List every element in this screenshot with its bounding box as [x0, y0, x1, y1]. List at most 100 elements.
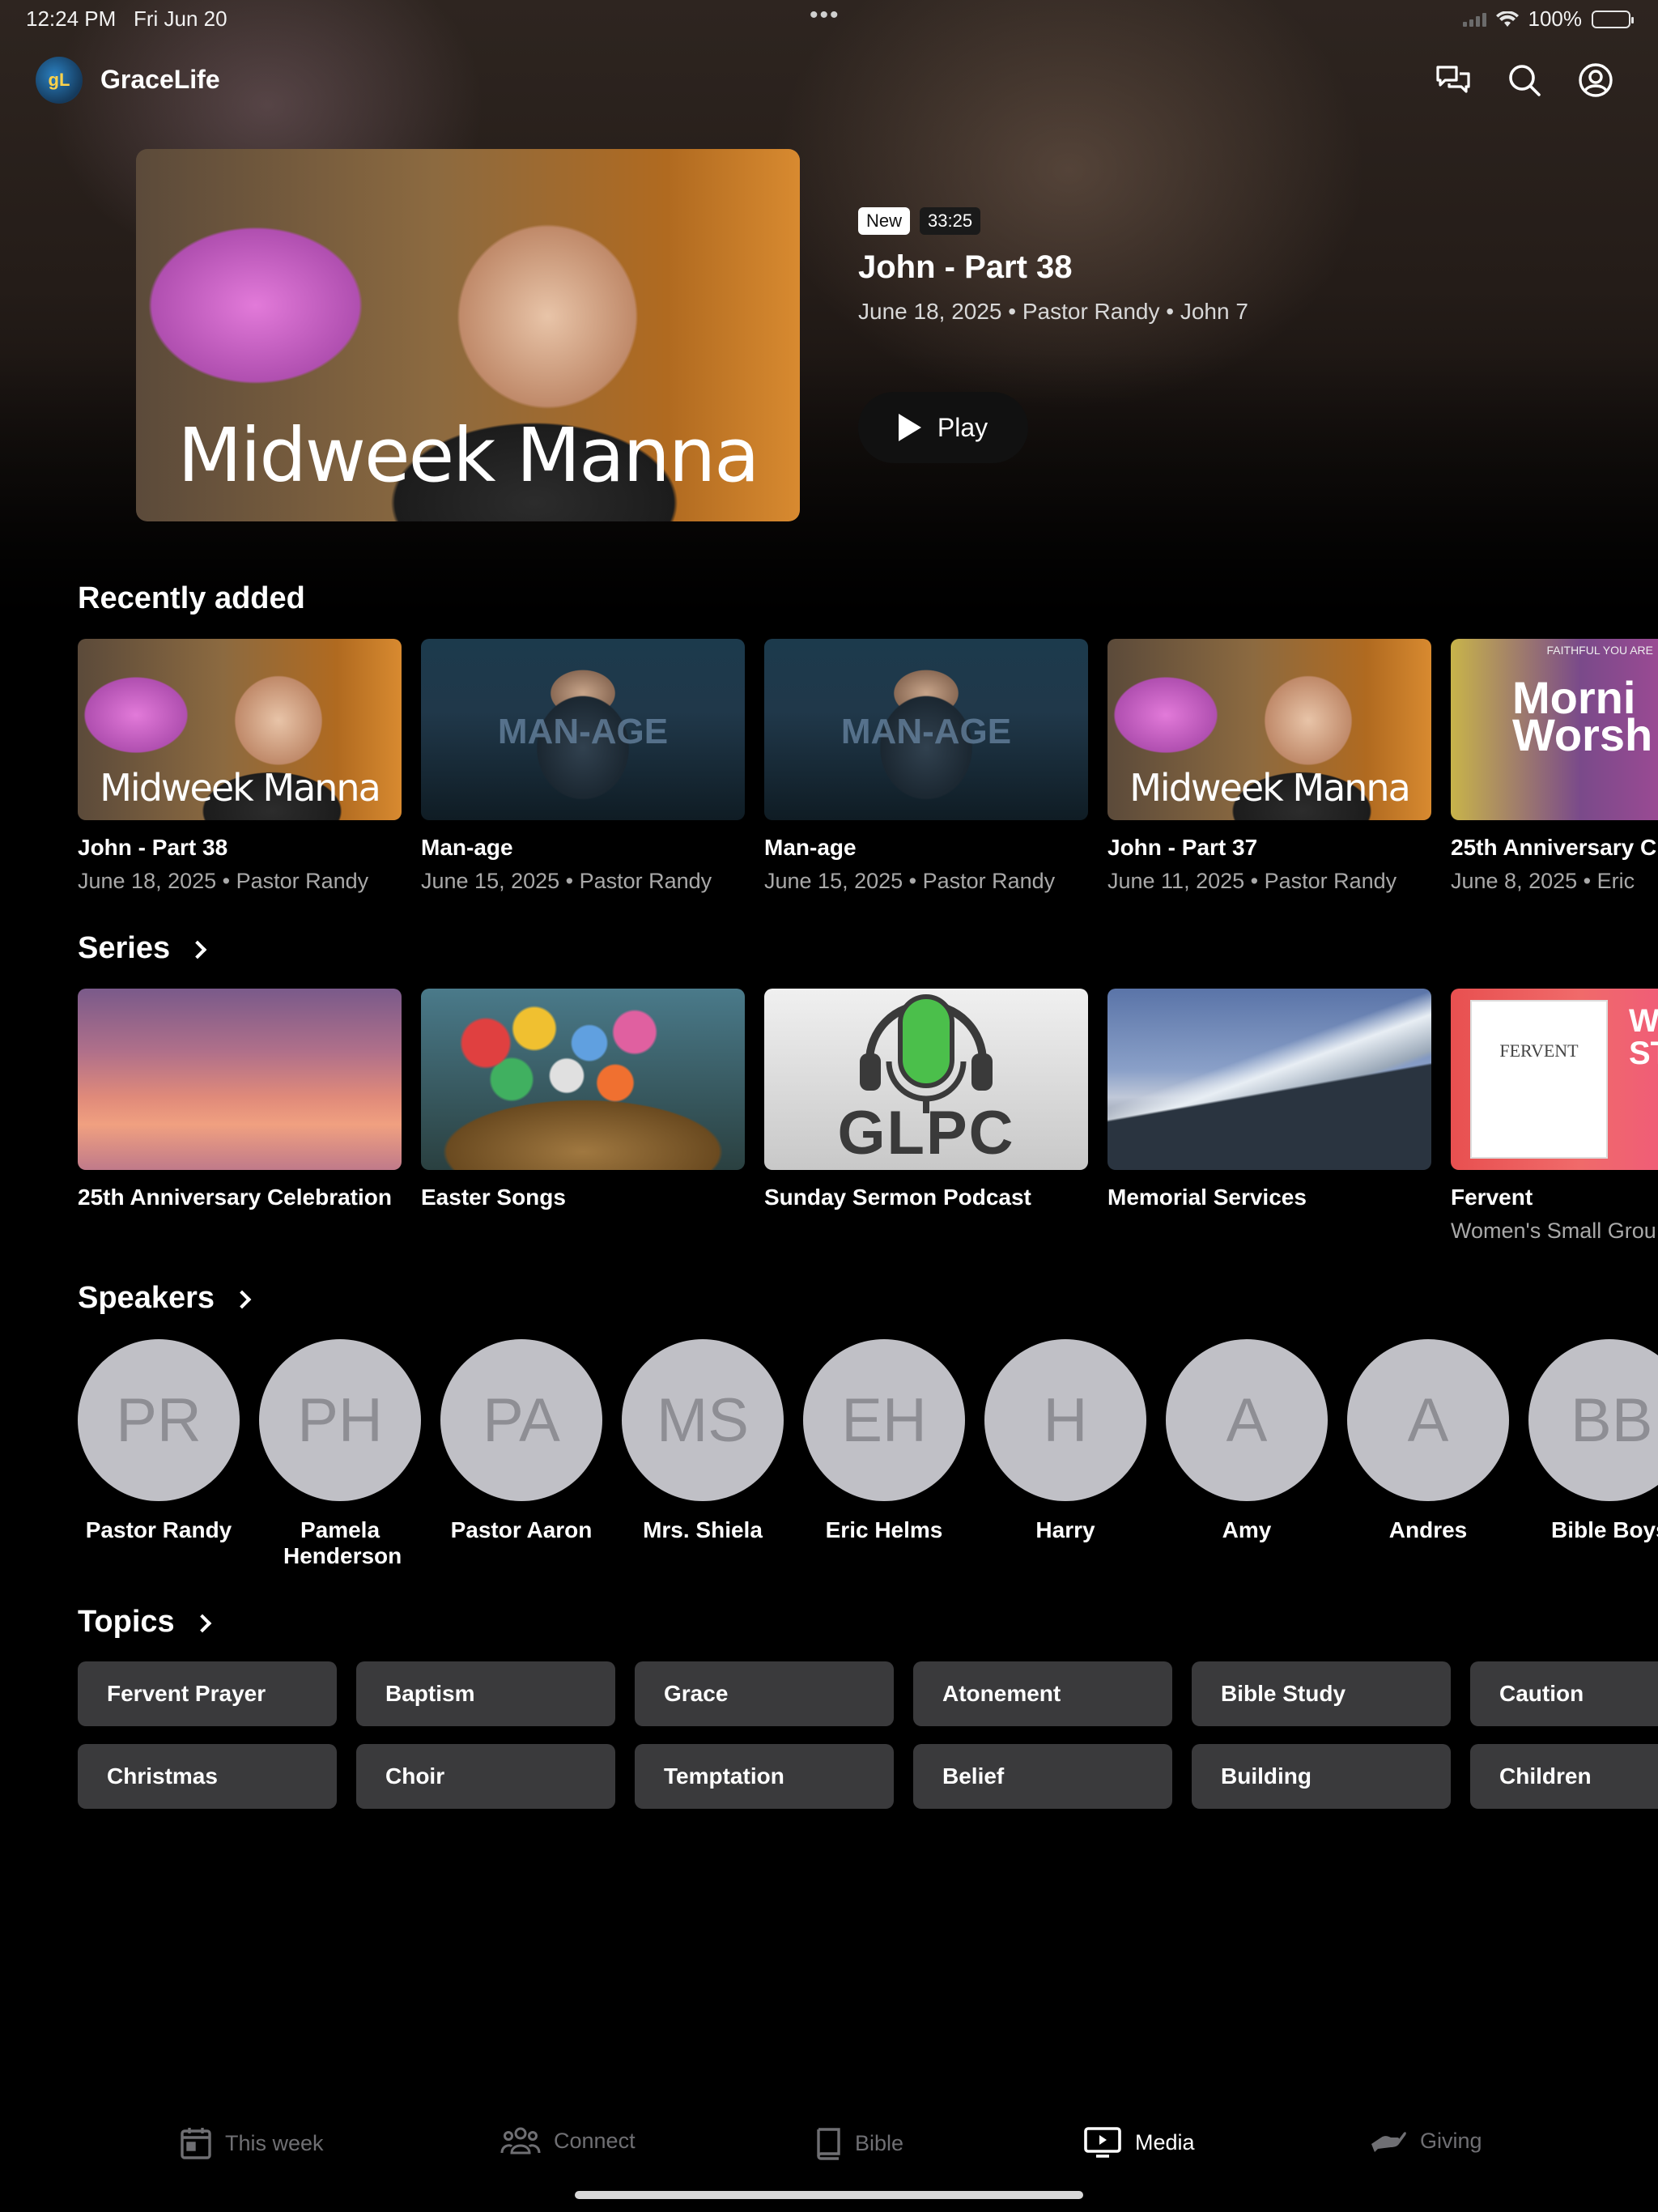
topic-chip[interactable]: Fervent Prayer	[78, 1661, 337, 1726]
duration-badge: 33:25	[920, 207, 981, 235]
featured-meta: June 18, 2025 • Pastor Randy • John 7	[858, 299, 1248, 324]
home-indicator[interactable]	[575, 2191, 1083, 2199]
topic-chip[interactable]: Baptism	[356, 1661, 615, 1726]
speaker-avatar: BB	[1528, 1339, 1658, 1501]
card-title: 25th Anniversary C	[1451, 835, 1657, 860]
recent-thumbnail: FAITHFUL YOU ARE Morni Worsh	[1451, 639, 1658, 820]
battery-icon	[1592, 10, 1634, 28]
chevron-right-icon	[232, 1290, 252, 1308]
multitasking-dots-icon[interactable]: •••	[810, 2, 840, 29]
featured-title: John - Part 38	[858, 249, 1073, 285]
giving-hand-icon	[1371, 2132, 1406, 2152]
battery-percent: 100%	[1528, 6, 1583, 31]
card-title: Man-age	[421, 835, 513, 860]
speaker-item[interactable]: BB Bible Boys	[1528, 1339, 1658, 1569]
series-row: 25th Anniversary Celebration Easter Song…	[78, 989, 1658, 1244]
topic-chip[interactable]: Belief	[913, 1744, 1172, 1809]
speaker-item[interactable]: H Harry	[984, 1339, 1146, 1569]
topics-label: Topics	[78, 1605, 175, 1639]
people-icon	[500, 2127, 541, 2155]
speaker-name: Andres	[1388, 1517, 1468, 1542]
tab-label: This week	[225, 2130, 324, 2155]
search-icon[interactable]	[1503, 58, 1546, 102]
topics-grid: Fervent Prayer Baptism Grace Atonement B…	[78, 1661, 1658, 1809]
featured-info: New 33:25 John - Part 38 June 18, 2025 •…	[858, 207, 1248, 325]
card-subtitle: Women's Small Grou	[1451, 1219, 1656, 1243]
speaker-item[interactable]: A Andres	[1347, 1339, 1509, 1569]
speaker-avatar: A	[1347, 1339, 1509, 1501]
speaker-item[interactable]: A Amy	[1166, 1339, 1328, 1569]
speaker-item[interactable]: EH Eric Helms	[803, 1339, 965, 1569]
recently-added-row: Midweek Manna John - Part 38 June 18, 20…	[78, 639, 1658, 894]
recent-card[interactable]: MAN-AGE Man-age June 15, 2025 • Pastor R…	[421, 639, 745, 894]
tab-media[interactable]: Media	[1083, 2126, 1195, 2159]
series-card[interactable]: FERVENT WO BO ST SUND Fervent Women's Sm…	[1451, 989, 1658, 1244]
speaker-name: Pamela Henderson	[283, 1517, 402, 1568]
speaker-avatar: PH	[259, 1339, 421, 1501]
topic-chip[interactable]: Christmas	[78, 1744, 337, 1809]
series-thumbnail: GLPC	[764, 989, 1088, 1170]
tab-this-week[interactable]: This week	[180, 2126, 324, 2160]
speaker-item[interactable]: PH Pamela Henderson	[259, 1339, 421, 1569]
status-date: Fri Jun 20	[133, 6, 227, 31]
card-title: 25th Anniversary Celebration	[78, 1185, 392, 1210]
topic-chip[interactable]: Temptation	[635, 1744, 894, 1809]
topic-chip[interactable]: Bible Study	[1192, 1661, 1451, 1726]
topic-chip[interactable]: Building	[1192, 1744, 1451, 1809]
card-title: John - Part 37	[1107, 835, 1258, 860]
series-card[interactable]: GLPC Sunday Sermon Podcast	[764, 989, 1088, 1244]
speaker-name: Bible Boys	[1551, 1517, 1658, 1542]
recent-thumbnail: MAN-AGE	[764, 639, 1088, 820]
series-title[interactable]: Series	[78, 931, 207, 966]
recent-card[interactable]: Midweek Manna John - Part 38 June 18, 20…	[78, 639, 402, 894]
tab-giving[interactable]: Giving	[1370, 2126, 1482, 2155]
recent-card[interactable]: Midweek Manna John - Part 37 June 11, 20…	[1107, 639, 1431, 894]
speaker-item[interactable]: MS Mrs. Shiela	[622, 1339, 784, 1569]
speaker-avatar: MS	[622, 1339, 784, 1501]
speaker-item[interactable]: PR Pastor Randy	[78, 1339, 240, 1569]
thumb-text: MAN-AGE	[840, 711, 1012, 751]
topic-chip[interactable]: Choir	[356, 1744, 615, 1809]
status-time-date: 12:24 PM Fri Jun 20	[26, 6, 227, 32]
recent-card[interactable]: FAITHFUL YOU ARE Morni Worsh 25th Annive…	[1451, 639, 1658, 894]
card-subtitle: June 11, 2025 • Pastor Randy	[1107, 869, 1397, 893]
account-icon[interactable]	[1574, 58, 1618, 102]
speaker-name: Harry	[1035, 1517, 1095, 1542]
topic-chip[interactable]: Caution	[1470, 1661, 1658, 1726]
speaker-avatar: PR	[78, 1339, 240, 1501]
speaker-name: Eric Helms	[825, 1517, 943, 1542]
recent-thumbnail: Midweek Manna	[1107, 639, 1431, 820]
series-card[interactable]: Easter Songs	[421, 989, 745, 1244]
tab-connect[interactable]: Connect	[500, 2126, 636, 2155]
recently-added-title: Recently added	[78, 581, 305, 616]
topic-chip[interactable]: Atonement	[913, 1661, 1172, 1726]
topics-title[interactable]: Topics	[78, 1605, 211, 1640]
gracelife-logo[interactable]: gL	[36, 57, 83, 104]
series-card[interactable]: 25th Anniversary Celebration	[78, 989, 402, 1244]
speakers-title[interactable]: Speakers	[78, 1281, 252, 1316]
topic-chip[interactable]: Grace	[635, 1661, 894, 1726]
speaker-name: Amy	[1222, 1517, 1272, 1542]
play-button[interactable]: Play	[858, 392, 1028, 463]
speaker-item[interactable]: PA Pastor Aaron	[440, 1339, 602, 1569]
recent-thumbnail: MAN-AGE	[421, 639, 745, 820]
card-title: Sunday Sermon Podcast	[764, 1185, 1031, 1210]
topic-chip[interactable]: Children	[1470, 1744, 1658, 1809]
card-subtitle: June 15, 2025 • Pastor Randy	[421, 869, 712, 893]
card-title: John - Part 38	[78, 835, 228, 860]
status-time: 12:24 PM	[26, 6, 117, 31]
book-icon	[817, 2128, 840, 2160]
thumb-top-text: FAITHFUL YOU ARE	[1546, 644, 1653, 657]
cellular-signal-icon	[1462, 12, 1486, 27]
recent-card[interactable]: MAN-AGE Man-age June 15, 2025 • Pastor R…	[764, 639, 1088, 894]
chevron-right-icon	[193, 1614, 211, 1632]
featured-thumbnail[interactable]: Midweek Manna	[136, 149, 800, 521]
series-card[interactable]: Memorial Services	[1107, 989, 1431, 1244]
featured-badges: New 33:25	[858, 207, 1248, 235]
speaker-name: Mrs. Shiela	[643, 1517, 763, 1542]
card-title: Memorial Services	[1107, 1185, 1307, 1210]
wifi-icon	[1495, 11, 1519, 27]
chat-bubbles-icon[interactable]	[1431, 58, 1475, 102]
tab-bible[interactable]: Bible	[814, 2126, 903, 2160]
card-subtitle: June 15, 2025 • Pastor Randy	[764, 869, 1056, 893]
